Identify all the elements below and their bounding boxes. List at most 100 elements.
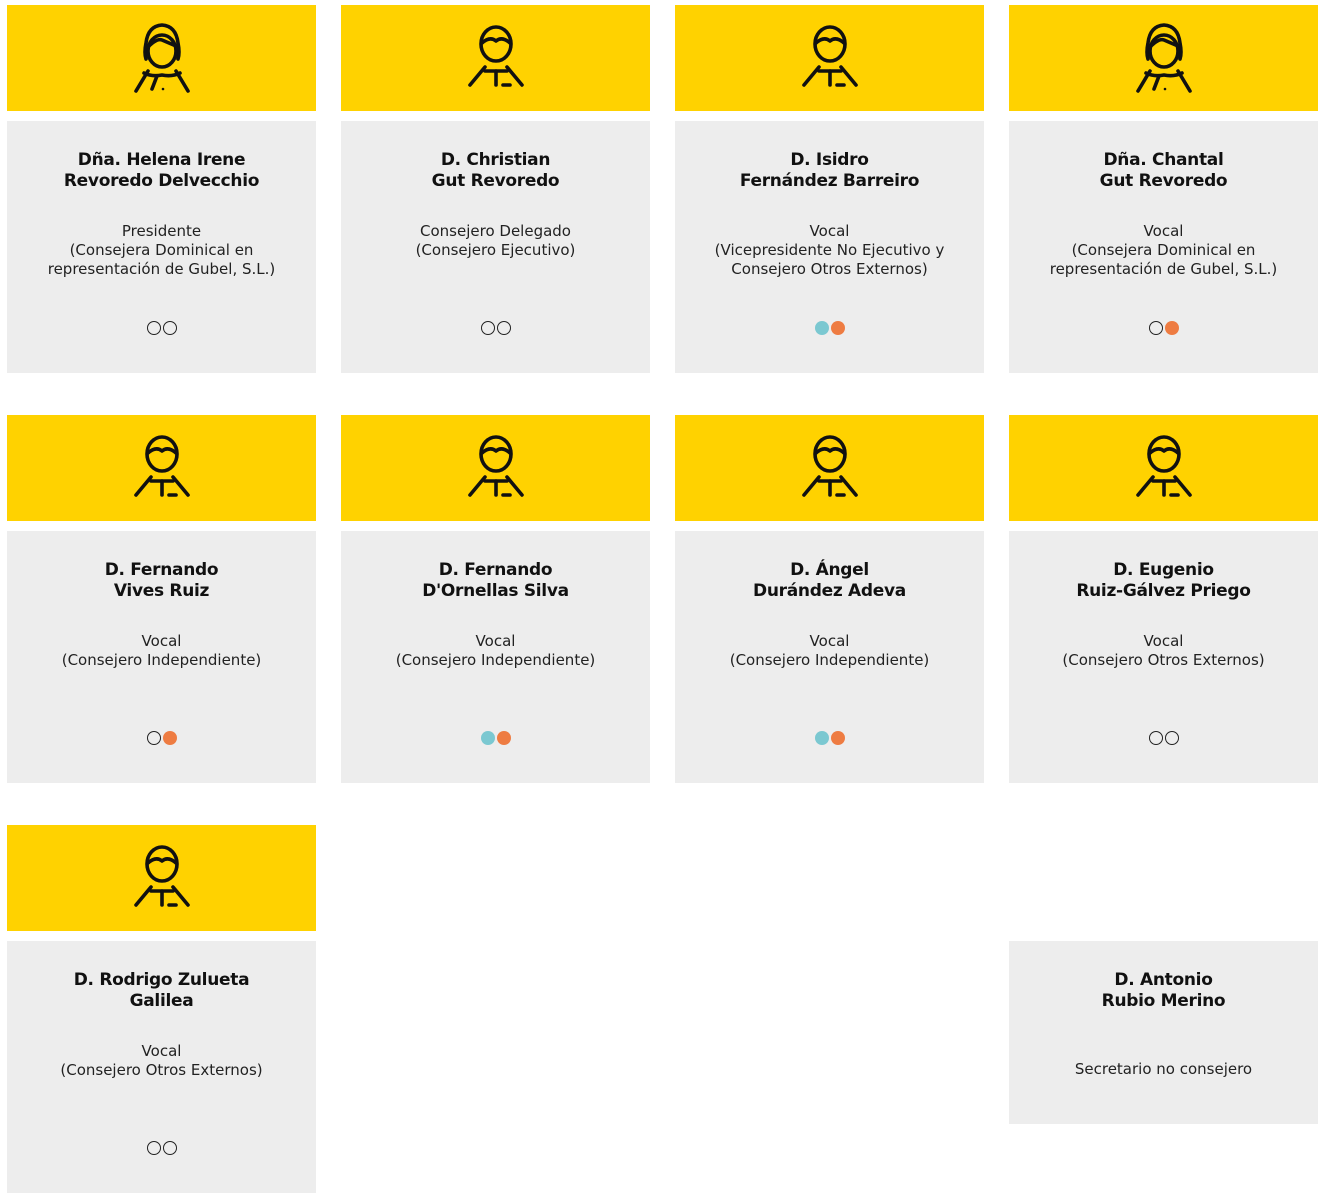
member-name-line-1: D. Eugenio xyxy=(1113,560,1214,580)
empty-circle-icon xyxy=(146,1141,161,1155)
member-role-line: (Consejero Otros Externos) xyxy=(60,1061,263,1079)
member-name-line-1: D. Rodrigo Zulueta xyxy=(73,970,250,990)
female-avatar-icon xyxy=(1119,13,1209,103)
empty-circle-icon xyxy=(146,321,161,335)
member-info: D. Isidro Fernández Barreiro Vocal (Vicepre… xyxy=(675,121,984,373)
member-role: Vocal (Vicepresidente No Ejecutivo y Conse… xyxy=(675,222,984,279)
member-name: D. Ángel Durández Adeva xyxy=(675,560,984,602)
member-role-line: (Consejera Dominical en xyxy=(1071,241,1256,259)
orange-dot-icon xyxy=(496,731,511,745)
member-role-line: Vocal xyxy=(1143,632,1184,650)
member-name-line-1: D. Ángel xyxy=(790,560,869,580)
member-card: D. Rodrigo Zulueta Galilea Vocal (Consejero… xyxy=(7,825,316,1193)
male-avatar-icon xyxy=(451,13,541,103)
member-role-line: Vocal xyxy=(141,1042,182,1060)
member-info: D. Christian Gut Revoredo Consejero Delega… xyxy=(341,121,650,373)
member-card: D. Fernando D'Ornellas Silva Vocal (Conseje… xyxy=(341,415,650,783)
orange-dot-icon xyxy=(1164,321,1179,335)
member-info: Dña. Chantal Gut Revoredo Vocal (Consejera … xyxy=(1009,121,1318,373)
avatar-header xyxy=(7,415,316,521)
male-avatar-icon xyxy=(785,423,875,513)
member-card: D. Fernando Vives Ruiz Vocal (Consejero Ind… xyxy=(7,415,316,783)
member-name-line-2: Fernández Barreiro xyxy=(739,171,920,191)
avatar-header xyxy=(341,5,650,111)
avatar-header xyxy=(675,415,984,521)
male-avatar-icon xyxy=(785,13,875,103)
member-role-line: (Consejera Dominical en xyxy=(69,241,254,259)
member-name: Dña. Chantal Gut Revoredo xyxy=(1009,150,1318,192)
member-info: D. Eugenio Ruiz-Gálvez Priego Vocal (Consej… xyxy=(1009,531,1318,783)
member-role: Vocal (Consejero Independiente) xyxy=(7,632,316,670)
member-info: D. Rodrigo Zulueta Galilea Vocal (Consejero… xyxy=(7,941,316,1193)
committee-dots xyxy=(7,321,316,335)
member-card: D. Isidro Fernández Barreiro Vocal (Vicepre… xyxy=(675,5,984,373)
male-avatar-icon xyxy=(451,423,541,513)
teal-dot-icon xyxy=(814,321,829,335)
member-role-line: representación de Gubel, S.L.) xyxy=(1049,260,1278,278)
member-name: D. Eugenio Ruiz-Gálvez Priego xyxy=(1009,560,1318,602)
member-name-line-2: Durández Adeva xyxy=(753,581,906,601)
member-name-line-2: Revoredo Delvecchio xyxy=(63,171,260,191)
avatar-header xyxy=(675,5,984,111)
empty-circle-icon xyxy=(1164,731,1179,745)
member-role-line: (Consejero Independiente) xyxy=(61,651,262,669)
member-name-line-1: D. Fernando xyxy=(104,560,219,580)
member-card: Dña. Chantal Gut Revoredo Vocal (Consejera … xyxy=(1009,5,1318,373)
member-name: D. Fernando Vives Ruiz xyxy=(7,560,316,602)
member-name-line-1: Dña. Helena Irene xyxy=(77,150,246,170)
avatar-header xyxy=(1009,415,1318,521)
male-avatar-icon xyxy=(117,833,207,923)
member-name-line-2: Gut Revoredo xyxy=(431,171,560,191)
member-name-line-1: D. Christian xyxy=(440,150,551,170)
member-name-line-1: Dña. Chantal xyxy=(1103,150,1224,170)
member-role-line: Vocal xyxy=(1143,222,1184,240)
empty-circle-icon xyxy=(496,321,511,335)
avatar-header xyxy=(1009,5,1318,111)
committee-dots xyxy=(341,731,650,745)
member-name-line-2: Galilea xyxy=(129,991,194,1011)
member-role-line: (Consejero Otros Externos) xyxy=(1062,651,1265,669)
teal-dot-icon xyxy=(480,731,495,745)
member-name: D. Christian Gut Revoredo xyxy=(341,150,650,192)
member-role: Vocal (Consejero Otros Externos) xyxy=(1009,632,1318,670)
member-name-line-2: Gut Revoredo xyxy=(1099,171,1228,191)
member-info: D. Fernando Vives Ruiz Vocal (Consejero Ind… xyxy=(7,531,316,783)
member-card: Dña. Helena Irene Revoredo Delvecchio Pres… xyxy=(7,5,316,373)
member-name: Dña. Helena Irene Revoredo Delvecchio xyxy=(7,150,316,192)
secretary-card: D. Antonio Rubio Merino Secretario no co… xyxy=(1009,941,1318,1124)
committee-dots xyxy=(675,731,984,745)
member-role-line: Presidente xyxy=(121,222,202,240)
member-name-line-2: Rubio Merino xyxy=(1101,991,1226,1011)
member-name: D. Isidro Fernández Barreiro xyxy=(675,150,984,192)
member-role: Vocal (Consejero Otros Externos) xyxy=(7,1042,316,1080)
member-role-line: (Consejero Independiente) xyxy=(729,651,930,669)
male-avatar-icon xyxy=(117,423,207,513)
member-name-line-1: D. Antonio xyxy=(1114,970,1213,990)
member-role-line: representación de Gubel, S.L.) xyxy=(47,260,276,278)
member-role: Consejero Delegado (Consejero Ejecutivo) xyxy=(341,222,650,260)
committee-dots xyxy=(7,731,316,745)
committee-dots xyxy=(7,1141,316,1155)
member-card: D. Christian Gut Revoredo Consejero Delega… xyxy=(341,5,650,373)
empty-circle-icon xyxy=(1148,731,1163,745)
member-name-line-2: D'Ornellas Silva xyxy=(422,581,569,601)
member-name-line-2: Ruiz-Gálvez Priego xyxy=(1076,581,1251,601)
member-role-line: Vocal xyxy=(809,632,850,650)
member-role: Presidente (Consejera Dominical en represe… xyxy=(7,222,316,279)
member-role-line: Vocal xyxy=(141,632,182,650)
member-card: D. Eugenio Ruiz-Gálvez Priego Vocal (Consej… xyxy=(1009,415,1318,783)
avatar-header xyxy=(7,825,316,931)
member-info: Dña. Helena Irene Revoredo Delvecchio Pres… xyxy=(7,121,316,373)
orange-dot-icon xyxy=(830,321,845,335)
member-role-line: Vocal xyxy=(475,632,516,650)
member-name-line-1: D. Fernando xyxy=(438,560,553,580)
empty-circle-icon xyxy=(146,731,161,745)
member-info: D. Ángel Durández Adeva Vocal (Consejero In… xyxy=(675,531,984,783)
male-avatar-icon xyxy=(1119,423,1209,513)
committee-dots xyxy=(1009,321,1318,335)
empty-circle-icon xyxy=(1148,321,1163,335)
member-role: Vocal (Consejero Independiente) xyxy=(341,632,650,670)
orange-dot-icon xyxy=(830,731,845,745)
member-name: D. Fernando D'Ornellas Silva xyxy=(341,560,650,602)
committee-dots xyxy=(341,321,650,335)
